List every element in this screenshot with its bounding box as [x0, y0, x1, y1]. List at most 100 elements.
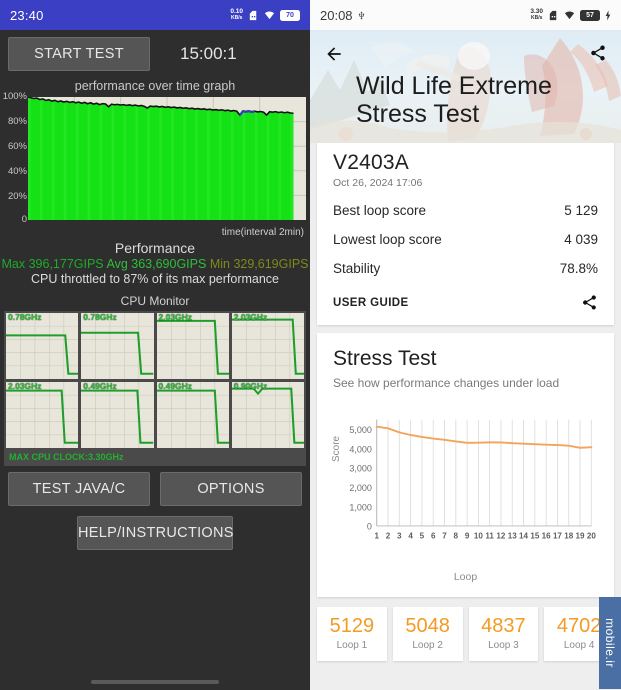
cpu-core-freq: 0.78GHz: [83, 312, 117, 322]
loop-label: Loop 2: [412, 640, 443, 651]
gips-avg: Avg 363,690GIPS: [104, 257, 207, 271]
gips-max-label: Max: [1, 257, 26, 271]
svg-text:16: 16: [542, 531, 551, 540]
loop-card[interactable]: 4837 Loop 3: [468, 607, 539, 661]
cpu-monitor-row: 2.03GHz 0.49GHz 0.49GHz 0.90GHz: [6, 381, 304, 448]
navigation-handle[interactable]: [91, 680, 219, 684]
right-status-bar: 20:08 3.30 KB/s 57: [310, 0, 621, 30]
cpu-core-freq: 2.03GHz: [8, 381, 42, 391]
network-speed-indicator: 3.30 KB/s: [530, 8, 543, 21]
svg-text:5: 5: [420, 531, 425, 540]
loop-score: 4837: [481, 615, 526, 637]
back-arrow-icon[interactable]: [324, 44, 344, 64]
cpu-throttling-test-panel: 23:40 0.10 KB/s 70 START TEST 15:00:1 pe…: [0, 0, 310, 690]
svg-text:18: 18: [564, 531, 573, 540]
usb-icon: [358, 10, 364, 19]
result-value: 78.8%: [559, 261, 598, 276]
svg-text:6: 6: [431, 531, 436, 540]
y-tick-60: 60%: [7, 141, 27, 152]
network-speed-value: 0.10: [230, 8, 243, 15]
performance-graph-x-caption: time(interval 2min): [221, 227, 304, 238]
performance-graph-title: performance over time graph: [74, 79, 236, 93]
cpu-core-freq: 0.49GHz: [158, 381, 193, 391]
options-button[interactable]: OPTIONS: [160, 472, 302, 506]
user-guide-link[interactable]: USER GUIDE: [333, 297, 409, 309]
gips-min-value: 329,619GIPS: [233, 257, 309, 271]
result-summary-card: V2403A Oct 26, 2024 17:06 Best loop scor…: [317, 137, 614, 325]
svg-text:1,000: 1,000: [349, 502, 372, 512]
left-status-icons: 0.10 KB/s 70: [230, 8, 300, 21]
loop-score: 5129: [329, 615, 375, 637]
svg-text:4: 4: [408, 531, 413, 540]
cpu-core-cell: 2.03GHz: [231, 312, 304, 379]
y-tick-80: 80%: [7, 116, 27, 127]
test-java-c-button[interactable]: TEST JAVA/C: [8, 472, 150, 506]
y-tick-40: 40%: [7, 166, 27, 177]
cpu-core-cell: 0.90GHz: [231, 381, 304, 448]
svg-text:1: 1: [374, 531, 379, 540]
wifi-icon: [564, 10, 575, 19]
chart-y-axis-label: Score: [331, 435, 342, 462]
result-row-best-loop: Best loop score 5 129: [333, 203, 598, 218]
svg-text:3: 3: [397, 531, 402, 540]
right-status-left: 20:08: [320, 8, 366, 23]
cpu-core-cell: 0.78GHz: [6, 312, 79, 379]
chart-x-axis-label: Loop: [453, 571, 478, 583]
help-instructions-button[interactable]: HELP/INSTRUCTIONS: [77, 516, 233, 550]
svg-text:12: 12: [496, 531, 505, 540]
cpu-core-freq: 0.49GHz: [83, 381, 117, 391]
charging-bolt-icon: [605, 9, 611, 21]
loop-label: Loop 3: [488, 640, 519, 651]
loop-score-cards: 5129 Loop 1 5048 Loop 2 4837 Loop 3 4702…: [317, 607, 614, 661]
result-value: 4 039: [564, 232, 598, 247]
svg-text:19: 19: [576, 531, 585, 540]
dual-screenshot-container: 23:40 0.10 KB/s 70 START TEST 15:00:1 pe…: [0, 0, 621, 690]
gips-summary: Max 396,177GIPS Avg 363,690GIPS Min 329,…: [0, 257, 310, 271]
gips-max: Max 396,177GIPS: [1, 257, 103, 271]
hero-title-line2: Stress Test: [356, 100, 480, 128]
sim-card-icon: [249, 10, 257, 20]
gips-min-label: Min: [209, 257, 230, 271]
hero-title: Wild Life Extreme Stress Test: [356, 72, 552, 128]
right-status-icons: 3.30 KB/s 57: [530, 8, 611, 21]
hero-title-line1: Wild Life Extreme: [356, 72, 552, 100]
sim-card-icon: [549, 10, 557, 20]
watermark-text: mobile.ir: [603, 618, 618, 668]
svg-text:15: 15: [530, 531, 539, 540]
y-tick-100: 100%: [2, 91, 27, 102]
cpu-core-cell: 2.03GHz: [6, 381, 79, 448]
battery-indicator: 70: [280, 9, 300, 21]
cpu-core-cell: 0.49GHz: [156, 381, 229, 448]
battery-indicator: 57: [580, 9, 600, 21]
battery-level: 57: [586, 11, 594, 19]
share-icon[interactable]: [581, 294, 598, 311]
result-date: Oct 26, 2024 17:06: [333, 177, 423, 189]
left-button-row-1: TEST JAVA/C OPTIONS: [0, 466, 310, 506]
max-cpu-clock-label: MAX CPU CLOCK:3.30GHz: [9, 452, 124, 462]
test-timer: 15:00:1: [180, 43, 237, 63]
left-button-row-2: HELP/INSTRUCTIONS: [0, 506, 310, 550]
svg-text:11: 11: [485, 531, 494, 540]
svg-text:3,000: 3,000: [349, 464, 372, 474]
cpu-core-freq: 0.90GHz: [233, 381, 268, 391]
network-speed-unit: KB/s: [530, 14, 543, 21]
loop-card[interactable]: 5129 Loop 1: [317, 607, 387, 661]
svg-text:0: 0: [367, 522, 372, 532]
result-value: 5 129: [564, 203, 598, 218]
gips-avg-label: Avg: [106, 257, 128, 271]
svg-text:20: 20: [587, 531, 596, 540]
stress-test-subtitle: See how performance changes under load: [333, 376, 560, 390]
hero-banner: Wild Life Extreme Stress Test: [310, 30, 621, 143]
gips-avg-value: 363,690GIPS: [131, 257, 207, 271]
svg-text:9: 9: [465, 531, 470, 540]
3dmark-stress-test-panel: 20:08 3.30 KB/s 57 Wild Life Extreme Str…: [310, 0, 621, 690]
performance-heading: Performance: [114, 240, 196, 256]
network-speed-value: 3.30: [530, 8, 543, 15]
start-test-button[interactable]: START TEST: [8, 36, 150, 71]
share-icon[interactable]: [589, 44, 607, 62]
svg-text:13: 13: [508, 531, 517, 540]
loop-score: 5048: [405, 615, 450, 637]
battery-level: 70: [286, 11, 294, 19]
throttle-status-text: CPU throttled to 87% of its max performa…: [30, 272, 280, 286]
loop-card[interactable]: 5048 Loop 2: [392, 607, 463, 661]
